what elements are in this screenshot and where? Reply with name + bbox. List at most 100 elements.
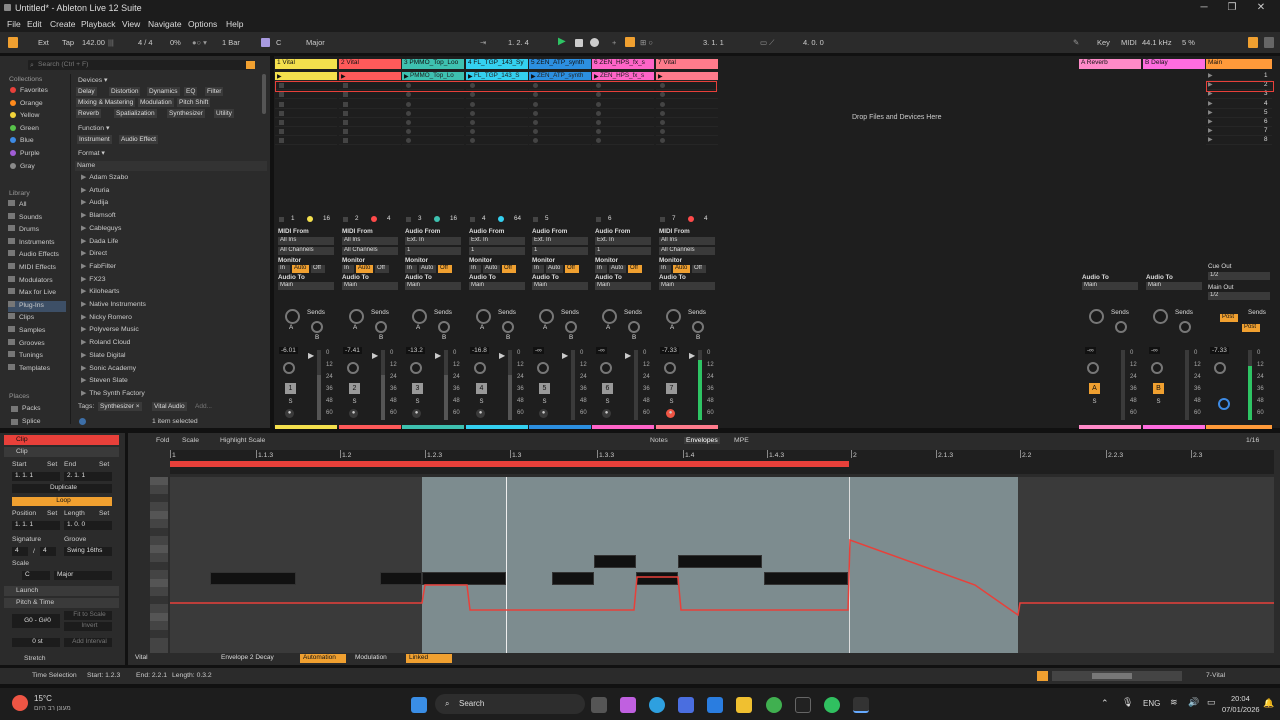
- end-field[interactable]: 2. 1. 1: [64, 472, 112, 481]
- slot-stop-icon[interactable]: [343, 101, 348, 107]
- piano-key[interactable]: [150, 562, 168, 570]
- clip-slot[interactable]: [339, 127, 401, 137]
- clip-scale-root-select[interactable]: C: [22, 571, 50, 580]
- cue-out-select[interactable]: 1/2: [1208, 272, 1270, 280]
- clip-section-header[interactable]: Clip: [4, 447, 119, 457]
- scene-launch-icon[interactable]: ▶: [1208, 109, 1213, 116]
- clip-slot[interactable]: [466, 136, 528, 146]
- fader-handle-icon[interactable]: ▶: [435, 351, 441, 360]
- parameter-chooser[interactable]: Envelope 2 Decay: [218, 654, 298, 663]
- piano-key[interactable]: [150, 494, 168, 502]
- monitor-in-button[interactable]: In: [659, 265, 671, 273]
- clip-play-icon[interactable]: ▶: [277, 73, 282, 80]
- slot-stop-icon[interactable]: [596, 138, 601, 144]
- scene-slot-7[interactable]: ▶ 7: [1206, 127, 1272, 137]
- scene-launch-icon[interactable]: ▶: [1208, 118, 1213, 125]
- track-stop-icon[interactable]: [470, 217, 475, 222]
- main-pan-knob[interactable]: [1214, 362, 1226, 374]
- timeline-ruler[interactable]: 1 1.1.3 1.2 1.2.3 1.3 1.3.3 1.4 1.4.3 2 2.1.3 2.2 2…: [170, 450, 1274, 474]
- pan-knob[interactable]: [664, 362, 676, 374]
- position-set-button[interactable]: Set: [47, 510, 57, 517]
- arm-dot-icon[interactable]: [371, 216, 377, 222]
- monitor-auto-button[interactable]: Auto: [356, 265, 373, 273]
- return-output-select[interactable]: Main: [1082, 282, 1138, 290]
- volume-field[interactable]: -16.8: [470, 347, 489, 354]
- input-channel-select[interactable]: 1: [532, 247, 588, 255]
- monitor-in-button[interactable]: In: [532, 265, 544, 273]
- slot-stop-icon[interactable]: [343, 138, 348, 144]
- clip-slot[interactable]: PMMO_Top_Lo ▶: [402, 72, 464, 81]
- ableton-live-icon[interactable]: [795, 697, 811, 713]
- return-volume-field[interactable]: -∞: [1085, 347, 1096, 354]
- language-indicator[interactable]: ENG: [1143, 699, 1160, 708]
- return-header-b[interactable]: B Delay: [1143, 59, 1205, 69]
- scene-launch-icon[interactable]: ▶: [1208, 100, 1213, 107]
- send-a-knob[interactable]: [412, 309, 427, 324]
- note-grid[interactable]: [170, 477, 1274, 653]
- arm-button[interactable]: ●: [602, 409, 611, 418]
- send-b-knob[interactable]: [311, 321, 323, 333]
- device-chooser[interactable]: Vital: [132, 654, 212, 663]
- overview-scroller[interactable]: [1052, 671, 1182, 681]
- clip-slot[interactable]: [529, 127, 591, 137]
- send-b-knob[interactable]: [502, 321, 514, 333]
- arm-button[interactable]: ●: [285, 409, 294, 418]
- clip-play-icon[interactable]: ▶: [468, 73, 473, 80]
- output-select[interactable]: Main: [405, 282, 461, 290]
- return-pan-knob[interactable]: [1087, 362, 1099, 374]
- edge-icon[interactable]: [649, 697, 665, 713]
- post-button-b[interactable]: Post: [1242, 324, 1260, 332]
- fader-handle-icon[interactable]: ▶: [562, 351, 568, 360]
- return-header-a[interactable]: A Reverb: [1079, 59, 1141, 69]
- input-type-select[interactable]: All Ins: [278, 237, 334, 245]
- groove-select[interactable]: Swing 16ths: [64, 547, 112, 556]
- store-icon[interactable]: [678, 697, 694, 713]
- input-channel-select[interactable]: All Channels: [659, 247, 715, 255]
- clip-slot[interactable]: [529, 109, 591, 118]
- slot-stop-icon[interactable]: [660, 138, 665, 144]
- slot-stop-icon[interactable]: [533, 110, 538, 116]
- send-b-knob[interactable]: [628, 321, 640, 333]
- track-stop-icon[interactable]: [406, 217, 411, 222]
- monitor-off-button[interactable]: Off: [502, 265, 516, 273]
- pan-knob[interactable]: [410, 362, 422, 374]
- track-activator-7[interactable]: 7: [666, 383, 677, 394]
- pan-knob[interactable]: [347, 362, 359, 374]
- return-solo-button[interactable]: S: [1153, 398, 1164, 407]
- scene-launch-icon[interactable]: ▶: [1208, 136, 1213, 143]
- clip-slot[interactable]: [402, 118, 464, 127]
- length-field[interactable]: 1. 0. 0: [64, 521, 112, 530]
- slot-stop-icon[interactable]: [470, 101, 475, 107]
- send-b-knob[interactable]: [692, 321, 704, 333]
- clip-slot[interactable]: [656, 127, 718, 137]
- scene-slot-5[interactable]: ▶ 5: [1206, 109, 1272, 118]
- clip-slot[interactable]: ▶: [656, 72, 718, 81]
- slot-stop-icon[interactable]: [660, 92, 665, 98]
- arm-dot-icon[interactable]: [498, 216, 504, 222]
- slot-stop-icon[interactable]: [470, 129, 475, 135]
- clip-slot[interactable]: [592, 100, 654, 109]
- signature-denominator-field[interactable]: 4: [40, 547, 56, 556]
- taskbar-search-box[interactable]: ⌕ Search: [435, 694, 585, 714]
- ableton-live-active-icon[interactable]: [853, 697, 869, 713]
- return-send-a-knob[interactable]: [1089, 309, 1104, 324]
- clip-slot[interactable]: [592, 136, 654, 146]
- send-b-knob[interactable]: [375, 321, 387, 333]
- return-pan-knob[interactable]: [1151, 362, 1163, 374]
- clip-slot[interactable]: ▶: [275, 72, 337, 81]
- post-button-a[interactable]: Post: [1220, 314, 1238, 322]
- transpose-field[interactable]: 0 st: [12, 638, 60, 647]
- slot-stop-icon[interactable]: [343, 120, 348, 125]
- clip-slot[interactable]: [656, 109, 718, 118]
- slot-stop-icon[interactable]: [343, 92, 348, 98]
- input-channel-select[interactable]: All Channels: [278, 247, 334, 255]
- piano-key[interactable]: [150, 579, 168, 587]
- slot-stop-icon[interactable]: [279, 138, 284, 144]
- output-select[interactable]: Main: [278, 282, 334, 290]
- solo-button[interactable]: S: [476, 398, 487, 407]
- slot-stop-icon[interactable]: [279, 101, 284, 107]
- start-field[interactable]: 1. 1. 1: [12, 472, 60, 481]
- start-set-button[interactable]: Set: [47, 461, 57, 468]
- slot-stop-icon[interactable]: [596, 129, 601, 135]
- piano-key[interactable]: [150, 596, 168, 604]
